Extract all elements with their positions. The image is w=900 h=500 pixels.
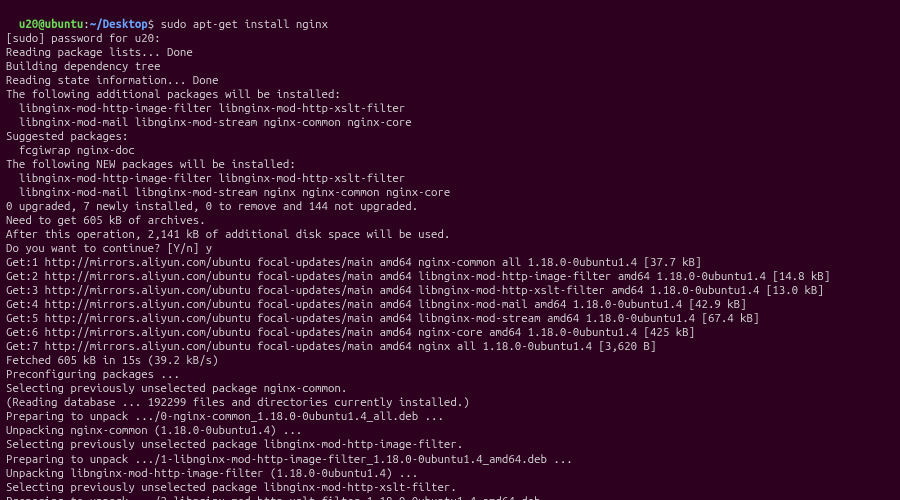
terminal-line: Get:2 http://mirrors.aliyun.com/ubuntu f…	[6, 270, 894, 284]
prompt-user-host: u20@ubuntu	[19, 18, 83, 31]
terminal-line: libnginx-mod-mail libnginx-mod-stream ng…	[6, 116, 894, 130]
terminal-line: Preparing to unpack .../0-nginx-common_1…	[6, 410, 894, 424]
terminal-line: libnginx-mod-http-image-filter libnginx-…	[6, 172, 894, 186]
terminal-line: The following additional packages will b…	[6, 88, 894, 102]
terminal-line: Get:6 http://mirrors.aliyun.com/ubuntu f…	[6, 326, 894, 340]
terminal-line: Building dependency tree	[6, 60, 894, 74]
terminal-line: libnginx-mod-http-image-filter libnginx-…	[6, 102, 894, 116]
terminal-line: fcgiwrap nginx-doc	[6, 144, 894, 158]
terminal-line: Get:4 http://mirrors.aliyun.com/ubuntu f…	[6, 298, 894, 312]
terminal-line: After this operation, 2,141 kB of additi…	[6, 228, 894, 242]
terminal-line: [sudo] password for u20:	[6, 32, 894, 46]
terminal-line: Unpacking nginx-common (1.18.0-0ubuntu1.…	[6, 424, 894, 438]
terminal-line: Unpacking libnginx-mod-http-image-filter…	[6, 467, 894, 481]
typed-command: sudo apt-get install nginx	[161, 18, 328, 31]
terminal-line: Get:3 http://mirrors.aliyun.com/ubuntu f…	[6, 284, 894, 298]
terminal-line: Get:1 http://mirrors.aliyun.com/ubuntu f…	[6, 256, 894, 270]
terminal-output[interactable]: [sudo] password for u20:Reading package …	[6, 32, 894, 500]
terminal-line: Selecting previously unselected package …	[6, 382, 894, 396]
terminal-line: Preconfiguring packages ...	[6, 368, 894, 382]
terminal-line: Preparing to unpack .../2-libnginx-mod-h…	[6, 495, 894, 500]
terminal-prompt-line[interactable]: u20@ubuntu:~/Desktop$ sudo apt-get insta…	[6, 4, 894, 32]
terminal-line: 0 upgraded, 7 newly installed, 0 to remo…	[6, 200, 894, 214]
terminal-line: Get:7 http://mirrors.aliyun.com/ubuntu f…	[6, 340, 894, 354]
terminal-line: Reading state information... Done	[6, 74, 894, 88]
terminal-line: Preparing to unpack .../1-libnginx-mod-h…	[6, 453, 894, 467]
terminal-line: Selecting previously unselected package …	[6, 481, 894, 495]
terminal-line: Selecting previously unselected package …	[6, 438, 894, 452]
terminal-line: (Reading database ... 192299 files and d…	[6, 396, 894, 410]
terminal-line: Need to get 605 kB of archives.	[6, 214, 894, 228]
terminal-line: libnginx-mod-mail libnginx-mod-stream ng…	[6, 186, 894, 200]
terminal-line: The following NEW packages will be insta…	[6, 158, 894, 172]
prompt-dollar: $	[148, 18, 161, 31]
terminal-line: Suggested packages:	[6, 130, 894, 144]
terminal-line: Reading package lists... Done	[6, 46, 894, 60]
terminal-line: Do you want to continue? [Y/n] y	[6, 242, 894, 256]
terminal-line: Get:5 http://mirrors.aliyun.com/ubuntu f…	[6, 312, 894, 326]
prompt-path: ~/Desktop	[90, 18, 148, 31]
terminal-line: Fetched 605 kB in 15s (39.2 kB/s)	[6, 354, 894, 368]
